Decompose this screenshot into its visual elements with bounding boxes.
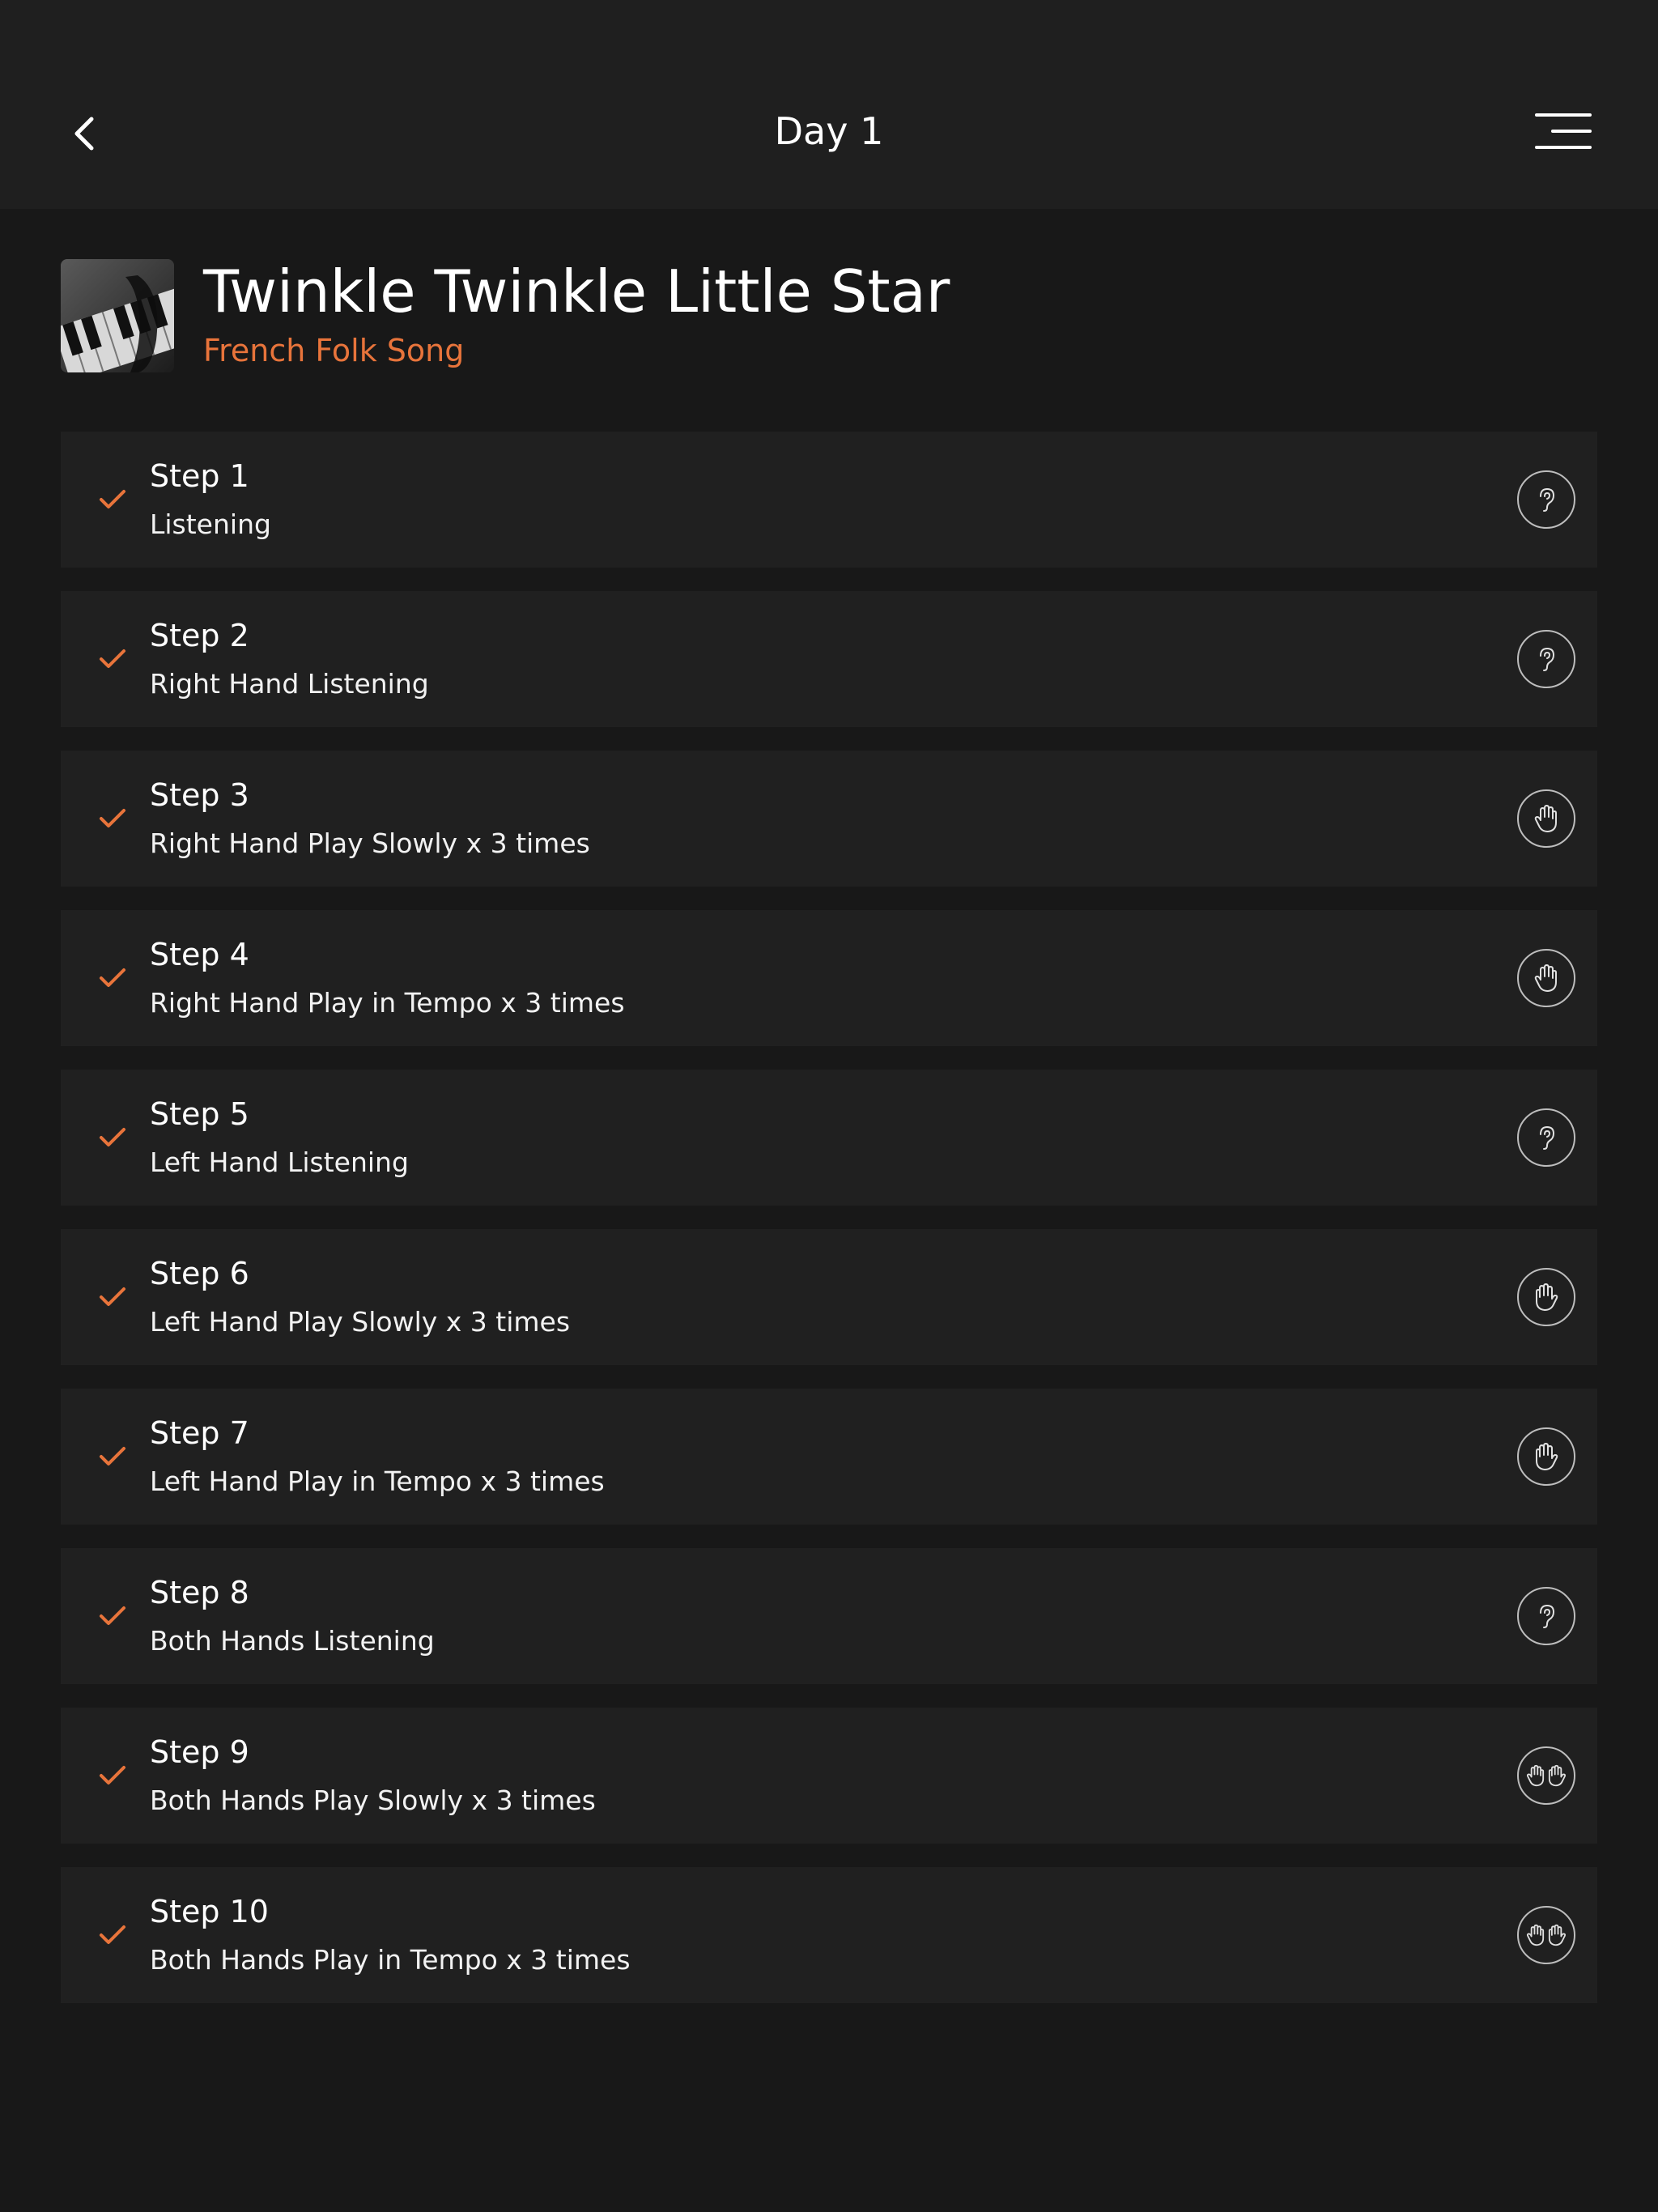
checkmark-icon	[96, 643, 129, 675]
hamburger-menu-icon	[1535, 113, 1592, 149]
step-item[interactable]: Step 2 Right Hand Listening	[61, 591, 1597, 727]
ear-icon	[1534, 1602, 1558, 1631]
step-title: Step 3	[150, 777, 249, 813]
step-item[interactable]: Step 3 Right Hand Play Slowly x 3 times	[61, 751, 1597, 887]
checkmark-icon	[96, 1759, 129, 1792]
step-item[interactable]: Step 5 Left Hand Listening	[61, 1070, 1597, 1206]
ear-icon	[1534, 1123, 1558, 1152]
step-title: Step 9	[150, 1734, 249, 1770]
step-action-button[interactable]	[1517, 470, 1575, 529]
step-title: Step 8	[150, 1575, 249, 1610]
both-hands-icon	[1525, 1921, 1567, 1949]
step-description: Both Hands Listening	[150, 1625, 435, 1657]
step-item[interactable]: Step 4 Right Hand Play in Tempo x 3 times	[61, 910, 1597, 1046]
song-subtitle: French Folk Song	[203, 333, 465, 368]
step-item[interactable]: Step 8 Both Hands Listening	[61, 1548, 1597, 1684]
step-action-button[interactable]	[1517, 1108, 1575, 1167]
left-hand-icon	[1533, 1441, 1560, 1472]
menu-button[interactable]	[1535, 110, 1592, 155]
step-action-button[interactable]	[1517, 1427, 1575, 1486]
both-hands-icon	[1525, 1762, 1567, 1789]
step-action-button[interactable]	[1517, 1906, 1575, 1964]
step-action-button[interactable]	[1517, 789, 1575, 848]
step-description: Right Hand Play Slowly x 3 times	[150, 827, 590, 859]
step-title: Step 6	[150, 1256, 249, 1291]
step-item[interactable]: Step 10 Both Hands Play in Tempo x 3 time…	[61, 1867, 1597, 2003]
step-description: Left Hand Listening	[150, 1146, 409, 1178]
step-title: Step 7	[150, 1415, 249, 1451]
checkmark-icon	[96, 1281, 129, 1313]
step-action-button[interactable]	[1517, 949, 1575, 1007]
page-title: Day 1	[774, 109, 884, 153]
checkmark-icon	[96, 1600, 129, 1632]
step-title: Step 4	[150, 937, 249, 972]
step-description: Right Hand Listening	[150, 668, 429, 700]
step-action-button[interactable]	[1517, 1746, 1575, 1805]
checkmark-icon	[96, 1919, 129, 1951]
step-action-button[interactable]	[1517, 1268, 1575, 1326]
step-description: Left Hand Play Slowly x 3 times	[150, 1306, 571, 1338]
right-hand-icon	[1533, 963, 1560, 993]
song-title: Twinkle Twinkle Little Star	[203, 257, 950, 325]
step-action-button[interactable]	[1517, 630, 1575, 688]
song-header: Twinkle Twinkle Little Star French Folk …	[61, 257, 1599, 375]
checkmark-icon	[96, 483, 129, 516]
step-item[interactable]: Step 1 Listening	[61, 432, 1597, 568]
step-list: Step 1 Listening Step 2 Right Hand Listenin…	[61, 432, 1597, 2027]
step-action-button[interactable]	[1517, 1587, 1575, 1645]
step-description: Both Hands Play in Tempo x 3 times	[150, 1944, 631, 1976]
step-description: Both Hands Play Slowly x 3 times	[150, 1784, 596, 1816]
step-item[interactable]: Step 6 Left Hand Play Slowly x 3 times	[61, 1229, 1597, 1365]
checkmark-icon	[96, 1440, 129, 1473]
step-description: Right Hand Play in Tempo x 3 times	[150, 987, 625, 1019]
step-title: Step 2	[150, 618, 249, 653]
ear-icon	[1534, 644, 1558, 674]
step-title: Step 1	[150, 458, 249, 494]
step-description: Listening	[150, 508, 271, 540]
checkmark-icon	[96, 1121, 129, 1154]
piano-keys-image	[61, 259, 174, 372]
right-hand-icon	[1533, 803, 1560, 834]
step-item[interactable]: Step 9 Both Hands Play Slowly x 3 times	[61, 1708, 1597, 1844]
left-hand-icon	[1533, 1282, 1560, 1312]
step-item[interactable]: Step 7 Left Hand Play in Tempo x 3 times	[61, 1389, 1597, 1525]
step-description: Left Hand Play in Tempo x 3 times	[150, 1465, 605, 1497]
top-bar: Day 1	[0, 0, 1658, 209]
checkmark-icon	[96, 802, 129, 835]
song-thumbnail	[61, 259, 174, 372]
step-title: Step 10	[150, 1894, 269, 1929]
checkmark-icon	[96, 962, 129, 994]
ear-icon	[1534, 485, 1558, 514]
step-title: Step 5	[150, 1096, 249, 1132]
